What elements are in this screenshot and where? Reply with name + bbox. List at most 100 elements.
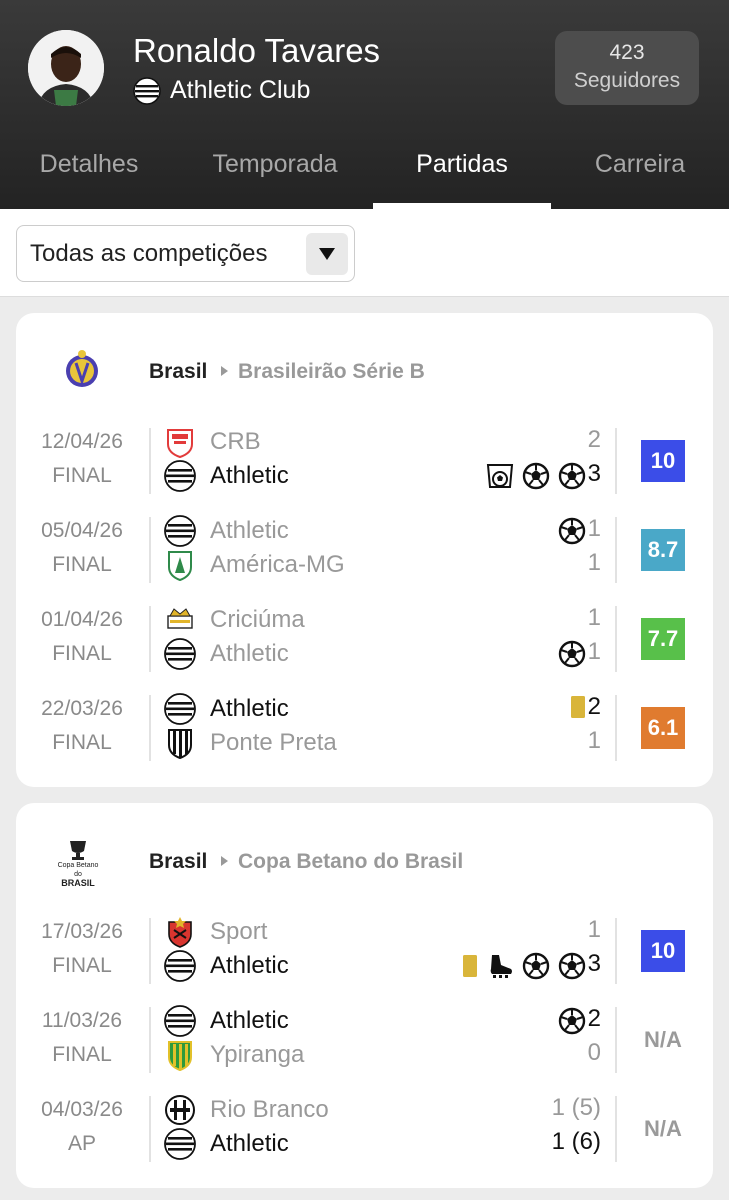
competition-select-value: Todas as competições bbox=[30, 239, 268, 267]
breadcrumb-chevron-icon bbox=[221, 856, 228, 866]
yellow-card-icon bbox=[463, 955, 477, 977]
competition-name: Brasileirão Série B bbox=[238, 360, 425, 383]
tab-partidas[interactable]: Partidas bbox=[373, 140, 551, 209]
home-team-name: Criciúma bbox=[210, 606, 305, 633]
match-row[interactable]: 01/04/26 FINAL Criciúma 1 Athletic 1 7.7 bbox=[16, 604, 713, 690]
home-team-name: Sport bbox=[210, 918, 268, 945]
home-team-name: Athletic bbox=[210, 1007, 289, 1034]
home-team-name: Athletic bbox=[210, 695, 289, 722]
away-events bbox=[486, 462, 586, 490]
divider bbox=[615, 1007, 617, 1073]
trophy-icon bbox=[70, 841, 86, 860]
divider bbox=[149, 1096, 151, 1162]
match-date: 01/04/26 bbox=[41, 608, 123, 631]
away-score: 1 bbox=[587, 638, 601, 665]
goal-icon bbox=[522, 462, 550, 490]
away-team-name: Athletic bbox=[210, 1130, 289, 1157]
goal-icon bbox=[558, 952, 586, 980]
competition-select[interactable]: Todas as competições bbox=[16, 225, 355, 282]
competition-header[interactable]: Copa Betano do BRASIL Brasil Copa Betano do … bbox=[16, 803, 713, 913]
home-score: 2 bbox=[587, 693, 601, 720]
athletic-logo bbox=[164, 515, 196, 547]
away-team[interactable]: América-MG bbox=[164, 549, 345, 581]
goal-in-net-icon bbox=[486, 464, 514, 488]
divider bbox=[615, 606, 617, 672]
player-rating-badge: N/A bbox=[644, 1116, 682, 1141]
boot-icon bbox=[490, 955, 512, 978]
match-date: 11/03/26 bbox=[41, 1009, 123, 1032]
followers-label: Seguidores bbox=[573, 69, 681, 92]
competition-logo: Copa Betano do BRASIL bbox=[54, 839, 102, 888]
goal-icon bbox=[558, 640, 586, 668]
tab-temporada[interactable]: Temporada bbox=[186, 140, 364, 209]
home-team[interactable]: Rio Branco bbox=[164, 1094, 329, 1126]
home-team[interactable]: Athletic bbox=[164, 693, 289, 725]
match-status: FINAL bbox=[52, 553, 112, 576]
competition-header[interactable]: Brasil Brasileirão Série B bbox=[16, 313, 713, 423]
athletic-club-crest-icon bbox=[133, 76, 161, 105]
player-rating-badge: N/A bbox=[644, 1027, 682, 1052]
match-row[interactable]: 05/04/26 FINAL Athletic 1 América-MG 1 8.7 bbox=[16, 515, 713, 601]
goal-icon bbox=[558, 517, 586, 545]
divider bbox=[615, 428, 617, 494]
home-team[interactable]: Athletic bbox=[164, 1005, 289, 1037]
divider bbox=[615, 517, 617, 583]
tab-bar: Detalhes Temporada Partidas Carreira bbox=[0, 140, 729, 209]
match-row[interactable]: 22/03/26 FINAL Athletic 2 Ponte Preta 1 6.1 bbox=[16, 693, 713, 779]
brasileirao-serie-b-logo bbox=[66, 350, 98, 387]
divider bbox=[149, 918, 151, 984]
home-score: 1 bbox=[587, 604, 601, 631]
crb-logo bbox=[164, 426, 196, 458]
home-team[interactable]: Athletic bbox=[164, 515, 289, 547]
match-status: AP bbox=[67, 1132, 96, 1155]
away-team[interactable]: Athletic bbox=[164, 1128, 289, 1160]
away-team-name: Athletic bbox=[210, 952, 289, 979]
match-status: FINAL bbox=[52, 464, 112, 487]
away-team[interactable]: Athletic bbox=[164, 460, 289, 492]
home-score: 1 bbox=[587, 515, 601, 542]
match-status: FINAL bbox=[52, 642, 112, 665]
tab-detalhes[interactable]: Detalhes bbox=[0, 140, 178, 209]
away-score: 0 bbox=[587, 1039, 601, 1066]
followers-button[interactable]: 423 Seguidores bbox=[555, 31, 699, 105]
home-team[interactable]: Criciúma bbox=[164, 604, 305, 636]
away-team[interactable]: Ypiranga bbox=[164, 1039, 304, 1071]
home-events bbox=[558, 1007, 586, 1035]
match-status: FINAL bbox=[52, 954, 112, 977]
competition-country: Brasil bbox=[149, 360, 208, 383]
player-header: Ronaldo Tavares Athletic Club 423 Seguid… bbox=[0, 0, 729, 209]
away-team[interactable]: Ponte Preta bbox=[164, 727, 337, 759]
competition-logo bbox=[62, 349, 102, 394]
away-team-name: Athletic bbox=[210, 640, 289, 667]
home-team-name: CRB bbox=[210, 428, 261, 455]
goal-icon bbox=[558, 462, 586, 490]
match-row[interactable]: 17/03/26 FINAL Sport 1 Athletic 3 10 bbox=[16, 916, 713, 1002]
followers-count: 423 bbox=[609, 41, 645, 64]
competition-name: Copa Betano do Brasil bbox=[238, 850, 464, 873]
ponte-preta-logo bbox=[164, 727, 196, 759]
home-team[interactable]: Sport bbox=[164, 916, 267, 948]
logo-text: Copa Betano bbox=[57, 862, 99, 869]
divider bbox=[149, 428, 151, 494]
away-score: 1 (6) bbox=[551, 1128, 601, 1155]
home-team[interactable]: CRB bbox=[164, 426, 261, 458]
home-score: 1 (5) bbox=[551, 1094, 601, 1121]
tab-carreira[interactable]: Carreira bbox=[551, 140, 729, 209]
player-name: Ronaldo Tavares bbox=[133, 32, 381, 69]
match-date: 22/03/26 bbox=[41, 697, 123, 720]
breadcrumb-chevron-icon bbox=[221, 366, 228, 376]
away-score: 3 bbox=[587, 460, 601, 487]
match-date: 17/03/26 bbox=[41, 920, 123, 943]
goal-icon bbox=[558, 1007, 586, 1035]
dropdown-arrow-icon[interactable] bbox=[306, 233, 348, 275]
match-row[interactable]: 04/03/26 AP Rio Branco 1 (5) Athletic 1 (6)… bbox=[16, 1094, 713, 1180]
match-row[interactable]: 11/03/26 FINAL Athletic 2 Ypiranga 0 N/A bbox=[16, 1005, 713, 1091]
player-rating-badge: 8.7 bbox=[641, 529, 685, 571]
club-name: Athletic Club bbox=[170, 76, 311, 104]
player-rating-badge: 7.7 bbox=[641, 618, 685, 660]
home-team-name: Rio Branco bbox=[210, 1096, 329, 1123]
match-row[interactable]: 12/04/26 FINAL CRB 2 Athletic 3 10 bbox=[16, 426, 713, 512]
away-team[interactable]: Athletic bbox=[164, 950, 289, 982]
club-row[interactable]: Athletic Club bbox=[133, 76, 310, 105]
away-team[interactable]: Athletic bbox=[164, 638, 289, 670]
